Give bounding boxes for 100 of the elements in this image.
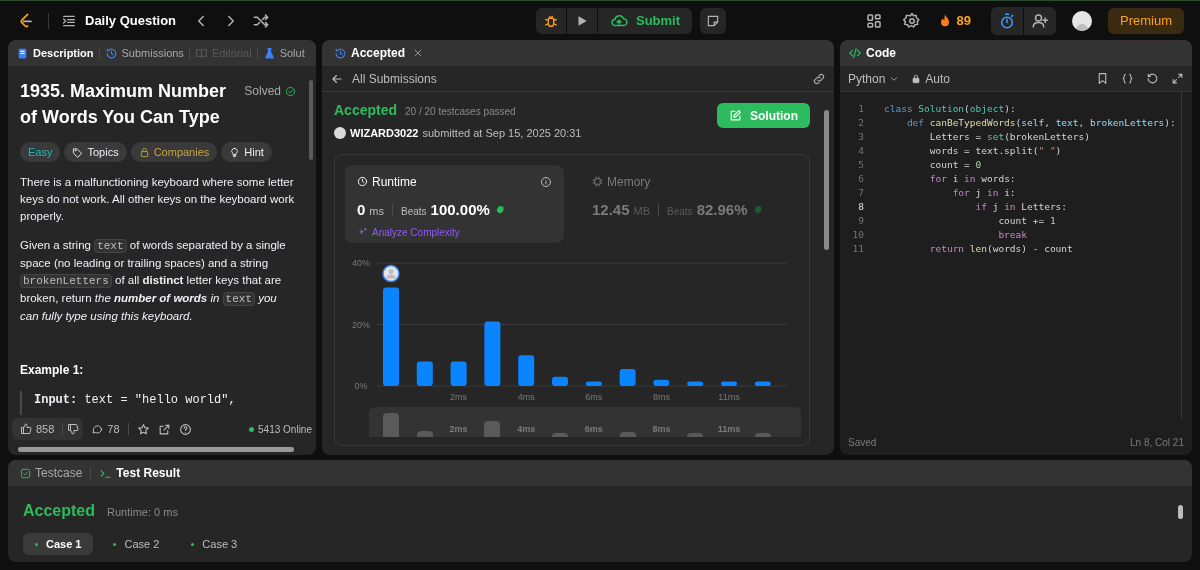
- vertical-scrollbar[interactable]: [1178, 505, 1183, 519]
- histogram-bar[interactable]: [552, 376, 568, 386]
- line-number: 3: [857, 129, 865, 144]
- stat-value: 12.45: [592, 199, 630, 220]
- bookmark-icon[interactable]: [1096, 72, 1109, 85]
- histogram-bar[interactable]: [687, 380, 704, 386]
- overview-bar: [619, 432, 636, 437]
- tab-icon: [194, 46, 208, 60]
- info-icon[interactable]: [540, 175, 552, 188]
- timer-button[interactable]: [991, 6, 1023, 35]
- link-icon[interactable]: [812, 71, 826, 86]
- all-submissions-link[interactable]: All Submissions: [330, 69, 437, 88]
- case-tab[interactable]: Case 3: [179, 533, 250, 555]
- code-line: Letters = set(brokenLetters): [928, 129, 1090, 144]
- histogram-bar[interactable]: [416, 360, 433, 386]
- panel-tab[interactable]: Test Result: [99, 464, 181, 482]
- example-text: Input: text = "hello world",: [34, 392, 237, 409]
- tag-button[interactable]: Hint: [221, 142, 272, 162]
- code-line: count = 0: [928, 157, 982, 172]
- solved-status: Solved: [244, 83, 281, 100]
- code-line: if j in Letters:: [974, 199, 1068, 214]
- submit-button[interactable]: Submit: [598, 7, 693, 34]
- star-icon[interactable]: [136, 422, 150, 436]
- shuffle-icon[interactable]: [252, 11, 271, 30]
- histogram-bar[interactable]: [518, 354, 535, 386]
- line-number: 6: [857, 171, 865, 186]
- reset-icon[interactable]: [1146, 72, 1159, 85]
- line-number: 1: [857, 101, 865, 116]
- thumbs-down-icon: [67, 423, 80, 435]
- vertical-scrollbar[interactable]: [824, 110, 829, 250]
- user-avatar-icon: [334, 127, 346, 140]
- y-tick-label: 20%: [352, 319, 370, 329]
- braces-icon[interactable]: [1121, 72, 1134, 85]
- panel-tab[interactable]: Testcase: [20, 464, 83, 482]
- history-icon: [334, 46, 347, 60]
- lightbulb-icon: [229, 146, 241, 158]
- runtime-card[interactable]: Runtime 0 ms Beats 100.00% Analyze Complexity: [345, 164, 564, 243]
- histogram-bar[interactable]: [585, 380, 602, 386]
- expand-icon[interactable]: [1171, 72, 1184, 85]
- save-status: Saved: [848, 435, 877, 450]
- avatar-icon[interactable]: [1072, 10, 1092, 31]
- comments-button[interactable]: 78: [91, 420, 120, 438]
- x-tick-label: 8ms: [652, 391, 670, 402]
- vertical-scrollbar[interactable]: [309, 80, 313, 160]
- overview-bar: [416, 430, 433, 437]
- difficulty-tag[interactable]: Easy: [20, 142, 61, 162]
- settings-icon[interactable]: [902, 11, 921, 30]
- note-icon: [706, 13, 721, 28]
- histogram-bar[interactable]: [484, 320, 501, 386]
- share-icon[interactable]: [157, 422, 171, 436]
- tab-icon: [104, 46, 118, 60]
- panel-tab[interactable]: Solut: [262, 44, 305, 62]
- x-tick-label: 6ms: [585, 391, 603, 402]
- histogram-bar[interactable]: [721, 380, 737, 386]
- code-icon: [848, 46, 862, 60]
- layout-icon[interactable]: [864, 11, 883, 30]
- x-tick-label: 4ms: [517, 391, 535, 402]
- panel-tab[interactable]: Submissions: [104, 44, 184, 62]
- debug-button[interactable]: [536, 7, 566, 34]
- tag-button[interactable]: Topics: [64, 142, 127, 162]
- line-number: 8: [857, 199, 865, 214]
- problem-description: Given a string text of words separated by a single space (no leading or trailing spaces) and a string brokenLetters of all distinct letter keys that are broken, return the number of words in text you can fully type using this keyboard.: [20, 238, 287, 324]
- testcases-passed: 20 / 20 testcases passed: [405, 105, 516, 119]
- help-icon[interactable]: [178, 422, 192, 436]
- case-tab[interactable]: Case 2: [101, 533, 172, 555]
- tag-button[interactable]: Companies: [130, 142, 218, 162]
- notes-button[interactable]: [700, 7, 727, 34]
- line-number: 10: [851, 227, 865, 242]
- daily-question-button[interactable]: Daily Question: [61, 10, 177, 31]
- x-tick-label: 11ms: [718, 391, 740, 402]
- premium-button[interactable]: Premium: [1108, 7, 1184, 34]
- histogram-bar[interactable]: [450, 360, 467, 386]
- language-dropdown[interactable]: Python: [848, 69, 900, 88]
- beats-label: Beats: [401, 204, 427, 219]
- code-line: class Solution(object):: [883, 101, 1016, 116]
- username: WIZARD3022: [350, 126, 419, 141]
- tab-icon: [262, 46, 276, 60]
- tag-icon: [72, 146, 84, 158]
- panel-tab[interactable]: Accepted: [334, 44, 406, 62]
- close-icon[interactable]: [413, 48, 424, 58]
- online-count: 5413 Online: [258, 422, 312, 437]
- histogram-bar[interactable]: [619, 368, 636, 386]
- overview-label: 4ms: [516, 423, 537, 436]
- histogram-bar[interactable]: [653, 379, 670, 386]
- stat-unit: ms: [369, 203, 384, 219]
- run-button[interactable]: [567, 7, 597, 34]
- code-line: def canBeTypedWords(self, text, brokenLetters):: [905, 115, 1176, 130]
- stat-label: Runtime: [372, 173, 417, 191]
- stat-label: Memory: [607, 173, 651, 191]
- streak-button[interactable]: 89: [936, 10, 971, 31]
- example-heading: Example 1:: [20, 362, 85, 379]
- case-tab[interactable]: Case 1: [23, 533, 94, 555]
- stat-value: 0: [357, 199, 366, 220]
- auto-mode-button[interactable]: Auto: [911, 69, 951, 88]
- add-friend-button[interactable]: [1024, 6, 1056, 35]
- histogram-bar[interactable]: [754, 380, 771, 386]
- panel-tab[interactable]: Description: [16, 44, 94, 62]
- problem-title: 1935. Maximum Number of Words You Can Type: [20, 80, 228, 129]
- horizontal-scrollbar[interactable]: [18, 446, 294, 452]
- beats-percent: 100.00%: [430, 199, 490, 220]
